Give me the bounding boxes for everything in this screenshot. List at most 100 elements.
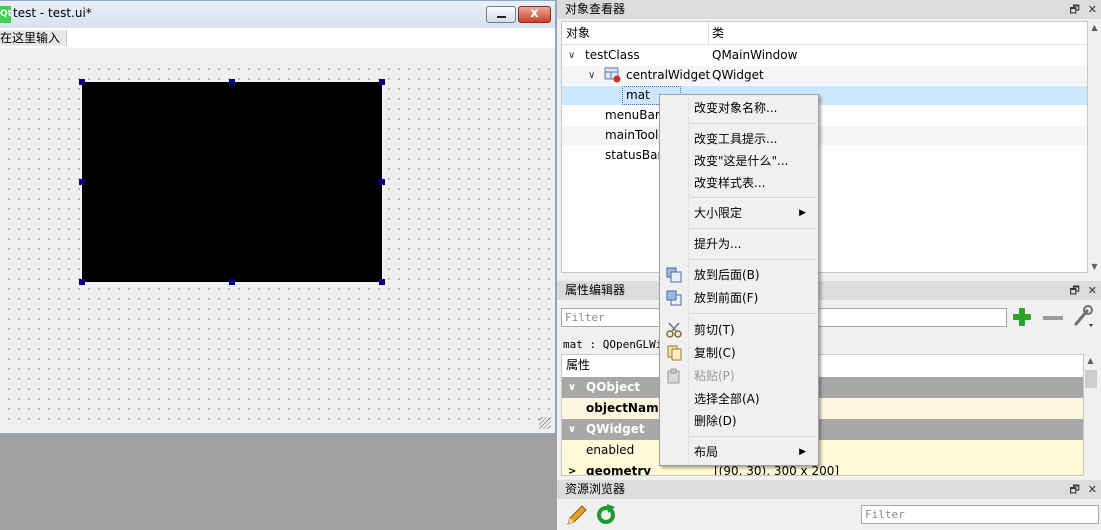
tree-row-class: QWidget [712, 68, 764, 82]
resource-filter-input[interactable]: Filter [861, 505, 1099, 524]
property-group-qobject[interactable]: ∨ QObject [562, 377, 1083, 398]
dock-buttons: 🗗 ✕ [1061, 0, 1097, 19]
qt-logo-icon: Qt [0, 6, 12, 23]
menu-item-promote-to[interactable]: 提升为... [660, 233, 818, 255]
size-grip[interactable] [539, 417, 551, 429]
pencil-icon[interactable] [565, 503, 587, 527]
resize-handle[interactable] [79, 179, 85, 185]
scroll-up-icon[interactable]: ▲ [1088, 23, 1101, 32]
dock-buttons: 🗗 ✕ [1061, 480, 1097, 499]
tree-row-mat[interactable]: mat [562, 86, 1087, 105]
layout-widget-icon [604, 67, 621, 83]
object-tree-header: 对象 类 [562, 22, 1087, 45]
menu-type-here-placeholder[interactable]: 在这里输入 [0, 30, 68, 46]
expand-arrow-icon[interactable]: ∨ [588, 66, 595, 85]
scroll-down-icon[interactable]: ▼ [1088, 262, 1101, 271]
menu-item-select-all[interactable]: 选择全部(A) [660, 388, 818, 410]
resize-handle[interactable] [229, 79, 235, 85]
scrollbar-thumb[interactable] [1085, 370, 1097, 388]
resize-handle[interactable] [379, 179, 385, 185]
menu-item-label: 改变"这是什么"... [694, 154, 789, 168]
close-icon[interactable]: ✕ [1088, 284, 1097, 297]
tree-row-testclass[interactable]: ∨ testClass QMainWindow [562, 46, 1087, 65]
submenu-arrow-icon: ▶ [799, 208, 806, 218]
tree-row-maintoolbar[interactable]: mainTool [562, 126, 1087, 145]
close-icon: x [530, 6, 539, 21]
menu-item-label: 删除(D) [694, 414, 737, 428]
collapse-arrow-icon[interactable]: ∨ [568, 377, 576, 398]
copy-icon [667, 345, 682, 361]
menu-item-change-object-name[interactable]: 改变对象名称... [660, 97, 818, 119]
expand-arrow-icon[interactable]: ∨ [568, 46, 575, 65]
mat-opengl-widget[interactable] [82, 82, 382, 282]
resource-browser-title-bar: 资源浏览器 🗗 ✕ [557, 480, 1101, 499]
menu-item-label: 改变样式表... [694, 176, 766, 190]
menu-item-copy[interactable]: 复制(C) [660, 342, 818, 364]
subwindow-title-bar[interactable]: Qt test - test.ui* x [0, 1, 555, 28]
remove-property-icon[interactable] [1043, 316, 1063, 320]
minimize-button[interactable] [486, 6, 516, 23]
reload-icon[interactable] [595, 504, 617, 526]
property-row-geometry[interactable]: > geometry [(90, 30), 300 x 200] [562, 461, 1083, 476]
menu-item-change-whats-this[interactable]: 改变"这是什么"... [660, 150, 818, 172]
resize-handle[interactable] [79, 79, 85, 85]
menu-item-label: 改变对象名称... [694, 101, 778, 115]
menu-item-size-constraints[interactable]: 大小限定 ▶ [660, 202, 818, 224]
menu-separator [690, 259, 816, 260]
column-header-object[interactable]: 对象 [562, 22, 590, 45]
menu-item-label: 选择全部(A) [694, 392, 760, 406]
resize-handle[interactable] [79, 279, 85, 285]
menu-item-change-tooltip[interactable]: 改变工具提示... [660, 128, 818, 150]
property-editor-title-bar: 属性编辑器 🗗 ✕ [557, 281, 1101, 300]
property-row-objectname[interactable]: objectName [562, 398, 1083, 419]
wrench-icon[interactable] [1072, 304, 1094, 328]
float-icon[interactable]: 🗗 [1069, 3, 1079, 16]
menu-separator [690, 123, 816, 124]
scroll-up-icon[interactable]: ▲ [1084, 356, 1097, 365]
tree-row-name: statusBar [605, 148, 663, 162]
menu-item-paste[interactable]: 粘贴(P) [660, 365, 818, 387]
resize-handle[interactable] [229, 279, 235, 285]
property-group-qwidget[interactable]: ∨ QWidget [562, 419, 1083, 440]
property-row-enabled[interactable]: enabled [562, 440, 1083, 461]
object-tree[interactable]: 对象 类 ∨ testClass QMainWindow ∨ centralWi… [561, 21, 1088, 273]
form-subwindow: Qt test - test.ui* x 在这里输入 [0, 0, 556, 434]
property-table[interactable]: 属性 ∨ QObject objectName ∨ QWidget enable… [561, 354, 1084, 476]
tree-row-statusbar[interactable]: statusBar [562, 146, 1087, 165]
tree-row-name: centralWidget [626, 68, 711, 82]
menu-item-delete[interactable]: 删除(D) [660, 410, 818, 432]
object-tree-scrollbar[interactable]: ▲ ▼ [1088, 21, 1101, 273]
close-icon[interactable]: ✕ [1088, 3, 1097, 16]
property-name: enabled [586, 443, 635, 457]
resize-handle[interactable] [379, 279, 385, 285]
resize-handle[interactable] [379, 79, 385, 85]
menu-item-change-stylesheet[interactable]: 改变样式表... [660, 172, 818, 194]
float-icon[interactable]: 🗗 [1069, 284, 1079, 297]
menu-item-label: 布局 [694, 445, 719, 459]
collapse-arrow-icon[interactable]: ∨ [568, 419, 576, 440]
tree-row-centralwidget[interactable]: ∨ centralWidget QWidget [562, 66, 1087, 85]
property-group-name: QWidget [586, 422, 645, 436]
column-header-class[interactable]: 类 [708, 22, 724, 45]
expand-arrow-icon[interactable]: > [568, 461, 576, 475]
menu-item-label: 改变工具提示... [694, 132, 778, 146]
property-name: objectName [586, 401, 667, 415]
menu-item-layout[interactable]: 布局 ▶ [660, 441, 818, 463]
add-property-icon[interactable] [1012, 307, 1032, 327]
menu-item-bring-to-front[interactable]: 放到前面(F) [660, 287, 818, 309]
menu-item-label: 复制(C) [694, 346, 736, 360]
menu-item-cut[interactable]: 剪切(T) [660, 319, 818, 341]
paste-icon [667, 368, 680, 384]
property-name: geometry [586, 464, 652, 476]
tree-row-menubar[interactable]: menuBar [562, 106, 1087, 125]
close-button[interactable]: x [518, 6, 551, 23]
resource-browser-title: 资源浏览器 [565, 482, 626, 496]
float-icon[interactable]: 🗗 [1069, 483, 1079, 496]
property-table-scrollbar[interactable]: ▲ [1084, 354, 1098, 476]
close-icon[interactable]: ✕ [1088, 483, 1097, 496]
scissors-icon [666, 322, 682, 338]
menu-separator [690, 228, 816, 229]
menu-item-send-to-back[interactable]: 放到后面(B) [660, 264, 818, 286]
property-table-header: 属性 [562, 355, 1083, 376]
menu-item-label: 放到前面(F) [694, 291, 759, 305]
